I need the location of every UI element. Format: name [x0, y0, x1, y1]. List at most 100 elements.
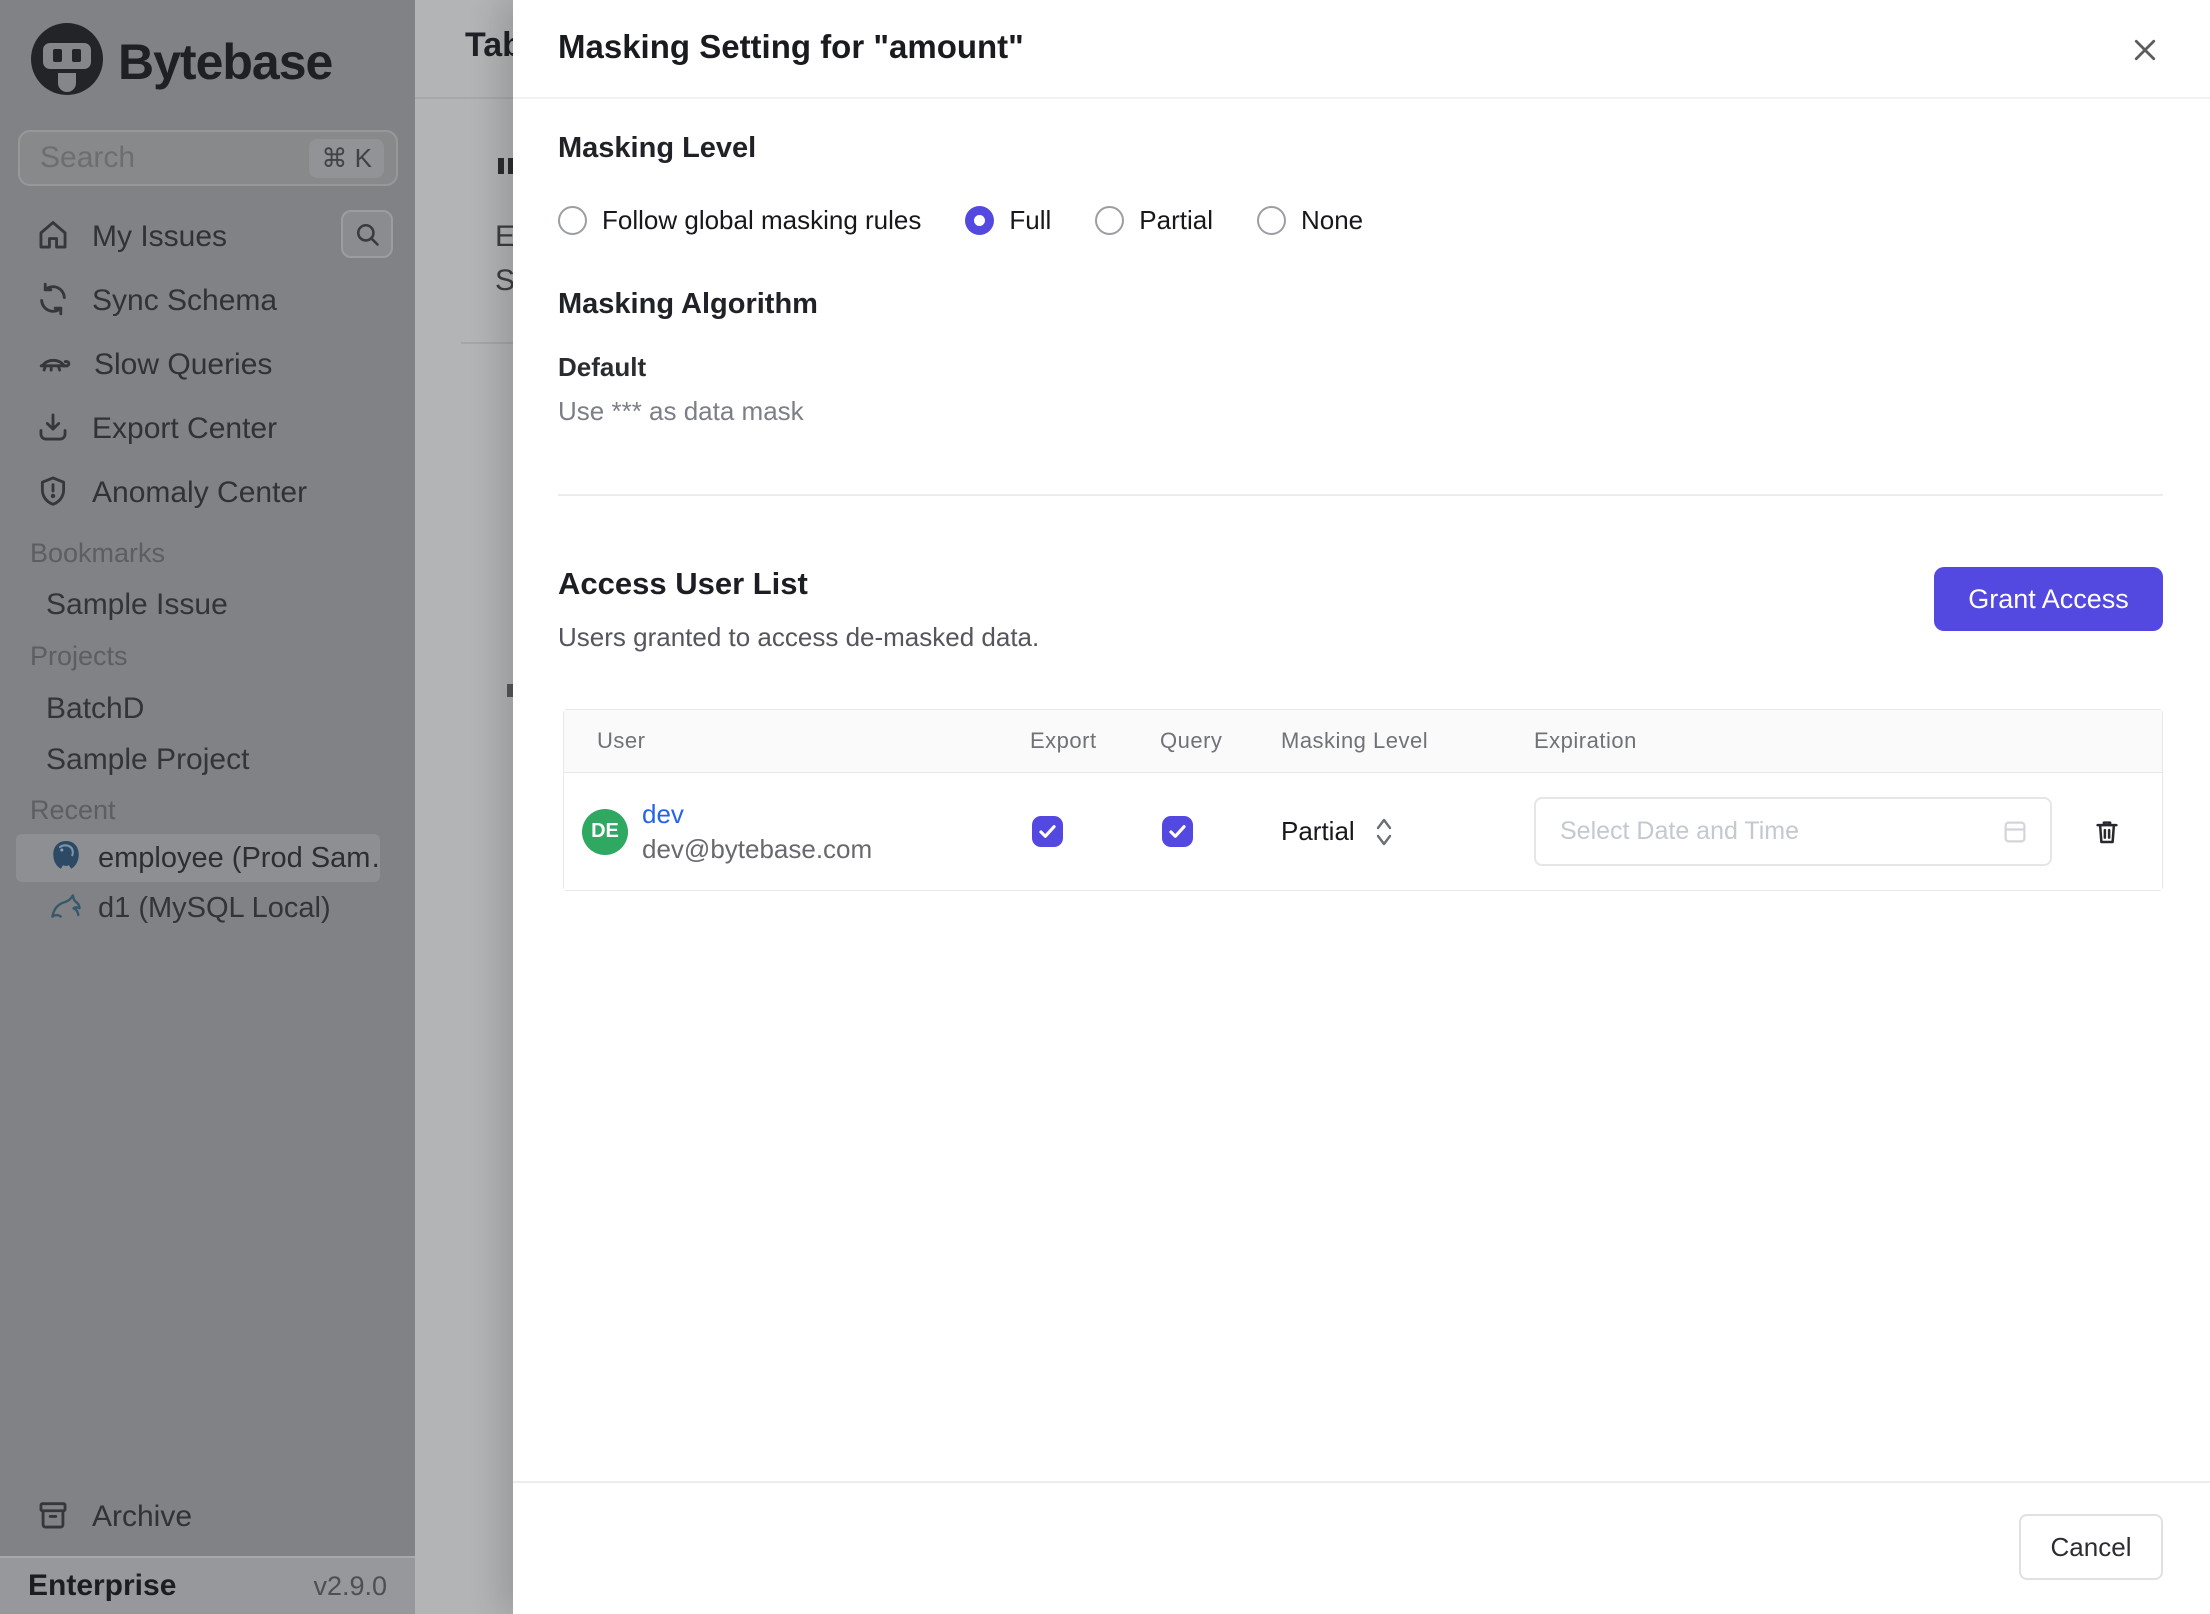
mysql-icon	[48, 888, 84, 929]
radio-follow-global[interactable]: Follow global masking rules	[558, 205, 921, 236]
bytebase-logo-text: Bytebase	[118, 33, 333, 90]
sidebar-item-slow-queries[interactable]: Slow Queries	[0, 338, 415, 392]
user-cell: DE dev dev@bytebase.com	[564, 799, 1030, 865]
sidebar-item-anomaly-center[interactable]: Anomaly Center	[0, 466, 415, 520]
archive-icon	[36, 1498, 70, 1537]
sidebar-item-label: employee (Prod Sam…	[98, 841, 380, 874]
access-user-list-subheading: Users granted to access de-masked data.	[558, 622, 1040, 652]
sidebar-item-sample-project[interactable]: Sample Project	[46, 743, 249, 777]
masking-level-heading: Masking Level	[558, 132, 757, 164]
radio-none[interactable]: None	[1256, 205, 1364, 236]
sidebar-item-label: Slow Queries	[94, 348, 273, 381]
check-icon	[1169, 825, 1186, 838]
modal-title: Masking Setting for "amount"	[558, 28, 1024, 65]
section-header-bookmarks: Bookmarks	[30, 538, 166, 568]
user-email: dev@bytebase.com	[642, 833, 873, 864]
columns-icon-fragment	[498, 158, 513, 174]
export-cell	[1030, 816, 1160, 847]
background-divider	[415, 97, 513, 99]
grant-access-button[interactable]: Grant Access	[1934, 567, 2163, 631]
section-header-projects: Projects	[30, 641, 128, 671]
column-header-export: Export	[1030, 728, 1097, 753]
column-header-query: Query	[1160, 728, 1223, 753]
masking-level-radio-group: Follow global masking rules Full Partial…	[558, 205, 1363, 236]
radio-partial[interactable]: Partial	[1095, 205, 1213, 236]
bytebase-logo-icon	[30, 22, 104, 101]
query-cell	[1160, 816, 1281, 847]
masking-level-select[interactable]: Partial	[1281, 815, 1534, 849]
shield-alert-icon	[36, 474, 70, 513]
export-checkbox[interactable]	[1032, 816, 1063, 847]
sidebar-item-label: Anomaly Center	[92, 476, 308, 509]
radio-circle-selected[interactable]	[965, 206, 995, 235]
check-icon	[1039, 825, 1056, 838]
sidebar-item-sync-schema[interactable]: Sync Schema	[0, 274, 415, 328]
plan-label: Enterprise	[28, 1569, 177, 1602]
section-divider	[558, 494, 2163, 496]
radio-circle[interactable]	[558, 206, 587, 235]
date-placeholder: Select Date and Time	[1560, 817, 1800, 845]
search-icon	[356, 223, 379, 246]
app-root: Bytebase Search ⌘ K My Issues Sync Schem…	[0, 0, 2210, 1614]
section-header-recent: Recent	[30, 795, 116, 825]
access-user-table: User Export Query Masking Level Expirati…	[563, 709, 2163, 891]
radio-label: Partial	[1139, 205, 1213, 235]
sidebar-footer: Enterprise v2.9.0	[0, 1556, 415, 1614]
modal-footer-divider	[513, 1481, 2210, 1483]
trash-icon	[2096, 820, 2118, 843]
postgresql-icon	[48, 838, 84, 879]
quick-search-button[interactable]	[341, 210, 393, 258]
background-label-fragment-e: E	[495, 220, 513, 253]
background-label-fragment-s: S	[495, 264, 513, 297]
sidebar-search-input[interactable]: Search ⌘ K	[18, 130, 398, 186]
calendar-icon	[2004, 821, 2026, 842]
expiration-date-input[interactable]: Select Date and Time	[1534, 797, 2052, 866]
algorithm-name: Default	[558, 352, 647, 382]
sidebar-item-label: Sync Schema	[92, 284, 278, 317]
masking-level-value: Partial	[1281, 816, 1355, 846]
download-icon	[36, 410, 70, 449]
background-divider	[461, 342, 513, 344]
sidebar-item-batchd[interactable]: BatchD	[46, 692, 144, 726]
radio-full[interactable]: Full	[965, 205, 1051, 236]
background-page-strip: Tab E S	[415, 0, 513, 1614]
query-checkbox[interactable]	[1162, 816, 1193, 847]
radio-circle[interactable]	[1095, 206, 1125, 235]
sidebar-item-d1-db[interactable]: d1 (MySQL Local)	[16, 884, 380, 932]
radio-circle[interactable]	[1256, 206, 1286, 235]
cancel-button[interactable]: Cancel	[2019, 1514, 2163, 1580]
turtle-icon	[36, 346, 72, 385]
algorithm-description: Use *** as data mask	[558, 396, 804, 426]
sidebar: Bytebase Search ⌘ K My Issues Sync Schem…	[0, 0, 415, 1614]
column-header-user: User	[597, 728, 646, 753]
background-page-title-fragment: Tab	[465, 26, 513, 64]
column-header-masking-level: Masking Level	[1281, 728, 1429, 753]
modal-header-divider	[513, 97, 2210, 99]
user-name-link[interactable]: dev	[642, 799, 872, 830]
masking-algorithm-heading: Masking Algorithm	[558, 288, 818, 320]
sidebar-item-sample-issue[interactable]: Sample Issue	[46, 588, 228, 622]
sidebar-item-label: Archive	[92, 1500, 193, 1533]
bytebase-logo[interactable]: Bytebase	[30, 22, 333, 101]
radio-label: None	[1300, 205, 1364, 235]
sidebar-item-export-center[interactable]: Export Center	[0, 402, 415, 456]
sidebar-item-archive[interactable]: Archive	[0, 1490, 415, 1544]
home-icon	[36, 218, 70, 257]
delete-user-button[interactable]	[2092, 817, 2122, 847]
table-row: DE dev dev@bytebase.com Partial Select D…	[564, 773, 2162, 890]
sidebar-item-employee-db[interactable]: employee (Prod Sam…	[16, 834, 380, 882]
access-user-list-heading: Access User List	[558, 566, 808, 601]
expiration-cell: Select Date and Time	[1534, 797, 2162, 866]
chevron-up-down-icon	[1376, 818, 1391, 845]
avatar: DE	[582, 808, 628, 855]
masking-setting-modal: Masking Setting for "amount" Masking Lev…	[513, 0, 2210, 1614]
radio-label: Full	[1009, 205, 1052, 235]
search-shortcut-badge: ⌘ K	[309, 138, 384, 178]
sync-icon	[36, 282, 70, 321]
sidebar-item-label: My Issues	[92, 220, 228, 253]
version-label: v2.9.0	[313, 1570, 387, 1601]
column-header-expiration: Expiration	[1534, 728, 1637, 753]
table-header-row: User Export Query Masking Level Expirati…	[564, 710, 2162, 773]
close-icon[interactable]	[2125, 30, 2165, 70]
radio-label: Follow global masking rules	[602, 205, 922, 235]
